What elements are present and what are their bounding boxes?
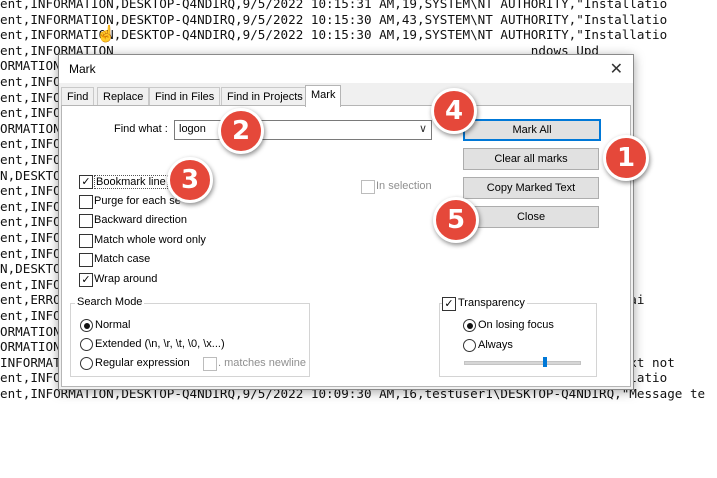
find-what-label: Find what : [114, 123, 168, 135]
close-button[interactable]: Close [463, 206, 599, 228]
bookmark-line-checkbox[interactable]: ✓ [79, 175, 93, 189]
log-line: ent,INFORMATION,DESKTOP-Q4NDIRQ,9/5/2022… [0, 0, 668, 11]
regex-mode-label: Regular expression [95, 357, 190, 369]
copy-marked-text-button[interactable]: Copy Marked Text [463, 177, 599, 199]
purge-checkbox[interactable] [79, 195, 93, 209]
dialog-titlebar[interactable]: Mark ✕ [59, 55, 633, 83]
on-losing-focus-label: On losing focus [478, 319, 554, 331]
bookmark-line-label: Bookmark line [94, 175, 168, 189]
callout-4: 4 [431, 88, 477, 134]
in-selection-checkbox[interactable] [361, 180, 375, 194]
tab-replace[interactable]: Replace [97, 87, 150, 106]
chevron-down-icon[interactable]: ∨ [419, 122, 427, 135]
on-losing-focus-radio[interactable] [463, 319, 476, 332]
mark-tab-panel: Find what : logon ∨ Mark All Clear all m… [61, 105, 631, 387]
transparency-slider-track[interactable] [464, 361, 581, 365]
dialog-title: Mark [69, 62, 96, 76]
backward-direction-checkbox[interactable] [79, 214, 93, 228]
regex-mode-radio[interactable] [80, 357, 93, 370]
wrap-around-label: Wrap around [94, 273, 158, 285]
matches-newline-checkbox[interactable] [203, 357, 217, 371]
always-radio[interactable] [463, 339, 476, 352]
find-what-input[interactable]: logon [179, 123, 206, 135]
tab-find-in-projects[interactable]: Find in Projects [221, 87, 309, 106]
tab-find[interactable]: Find [61, 87, 95, 106]
hand-cursor-icon: ☝ [96, 26, 116, 43]
mark-dialog: Mark ✕ Find Replace Find in Files Find i… [58, 54, 634, 390]
tab-find-in-files[interactable]: Find in Files [149, 87, 221, 106]
find-what-combobox[interactable]: logon ∨ [174, 120, 432, 140]
search-mode-group: Search Mode Normal Extended (\n, \r, \t,… [70, 296, 310, 377]
matches-newline-label: . matches newline [218, 357, 307, 369]
match-whole-word-checkbox[interactable] [79, 234, 93, 248]
close-icon[interactable]: ✕ [610, 59, 623, 79]
callout-2: 2 [218, 108, 264, 154]
in-selection-label: In selection [376, 180, 432, 192]
mark-all-button[interactable]: Mark All [463, 119, 601, 141]
transparency-title: Transparency [456, 297, 527, 309]
wrap-around-checkbox[interactable]: ✓ [79, 273, 93, 287]
match-case-label: Match case [94, 253, 151, 265]
callout-3: 3 [167, 157, 213, 203]
purge-label: Purge for each se [94, 195, 181, 207]
transparency-checkbox[interactable]: ✓ [442, 297, 456, 311]
extended-mode-radio[interactable] [80, 338, 93, 351]
normal-mode-radio[interactable] [80, 319, 93, 332]
search-mode-title: Search Mode [75, 296, 145, 308]
transparency-slider-thumb[interactable] [542, 357, 547, 367]
match-case-checkbox[interactable] [79, 253, 93, 267]
transparency-group: ✓ Transparency On losing focus Always [439, 297, 597, 377]
match-whole-word-label: Match whole word only [94, 234, 206, 246]
clear-all-marks-button[interactable]: Clear all marks [463, 148, 599, 170]
tab-mark[interactable]: Mark [305, 85, 342, 107]
callout-5: 5 [433, 197, 479, 243]
backward-direction-label: Backward direction [94, 214, 187, 226]
always-label: Always [478, 339, 513, 351]
extended-mode-label: Extended (\n, \r, \t, \0, \x...) [95, 338, 225, 350]
callout-1: 1 [603, 135, 649, 181]
normal-mode-label: Normal [95, 319, 131, 331]
